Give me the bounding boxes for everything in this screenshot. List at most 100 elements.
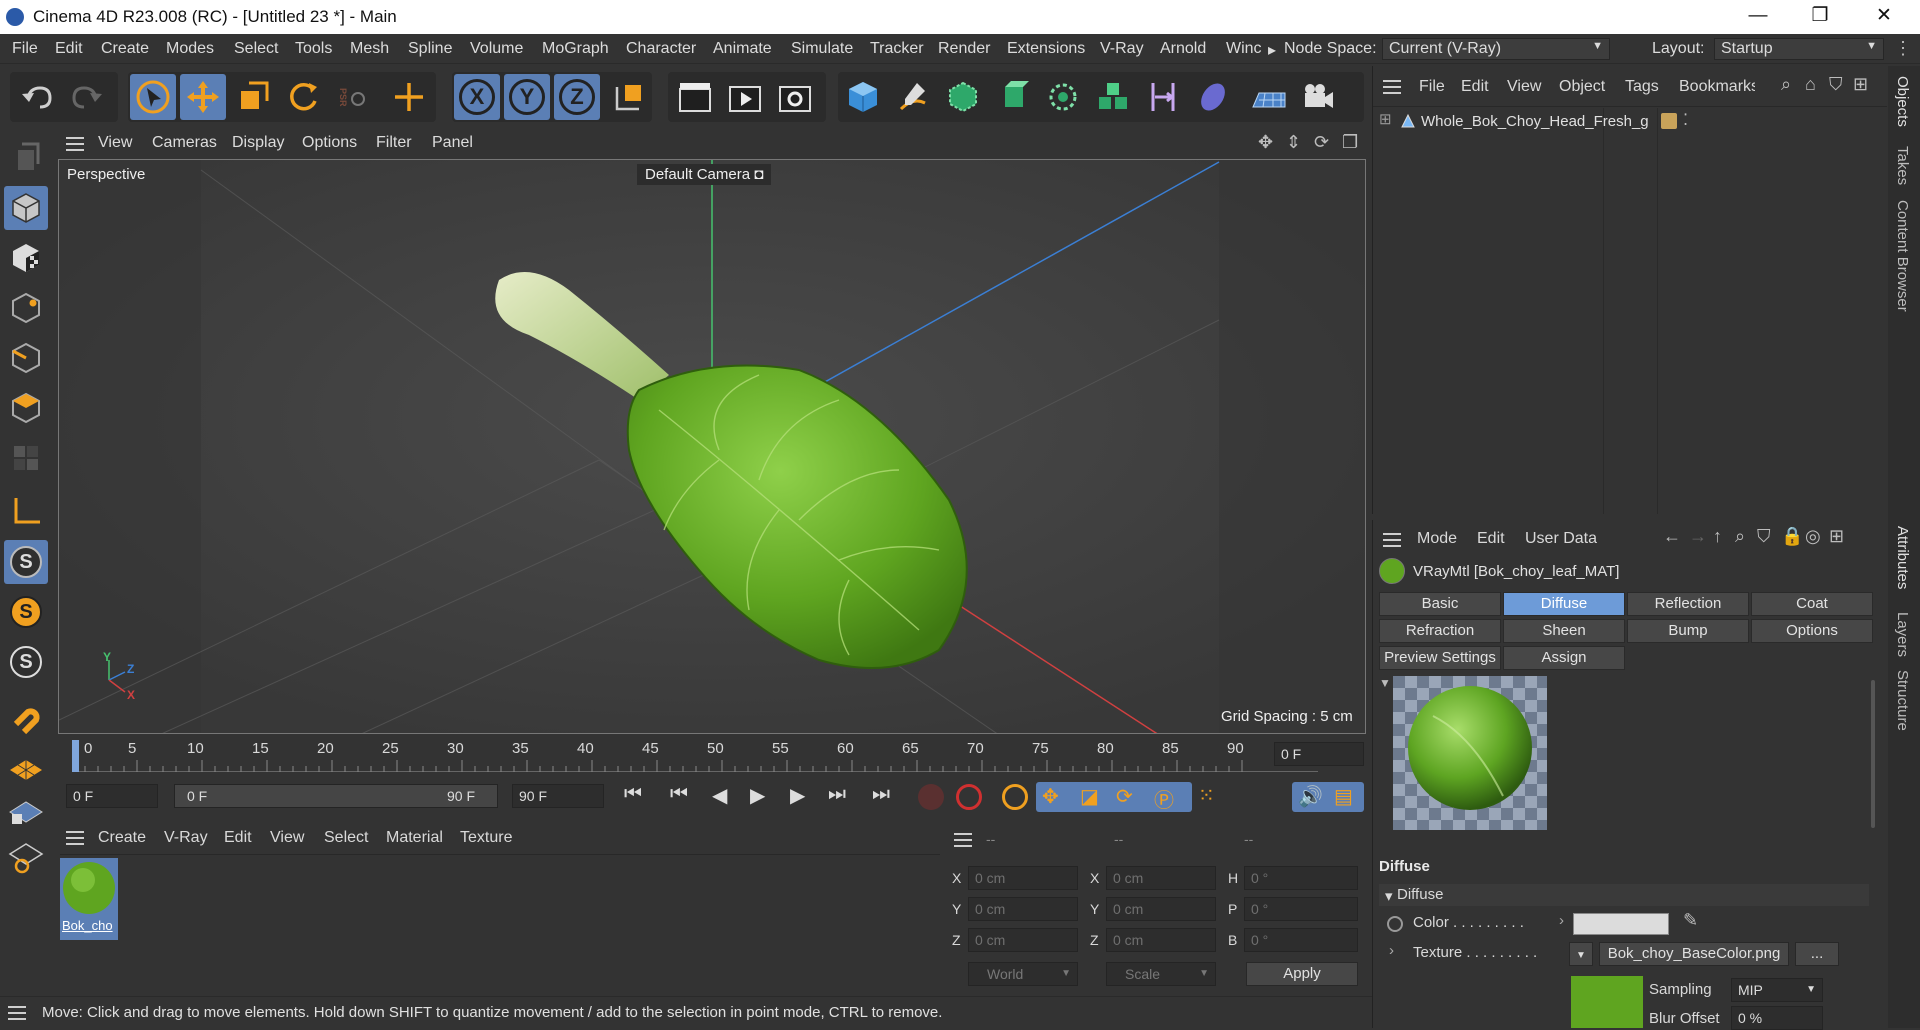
rotation-h-field[interactable]: 0 ° [1244, 866, 1358, 890]
key-rotation-icon[interactable]: ⟳ [1116, 784, 1133, 809]
tab-reflection[interactable]: Reflection [1627, 592, 1749, 616]
material-hamburger-icon[interactable] [66, 831, 84, 845]
menu-modes[interactable]: Modes [166, 40, 214, 58]
viewport-hamburger-icon[interactable] [66, 137, 84, 151]
texture-more-button[interactable]: ... [1795, 942, 1839, 966]
back-arrow-icon[interactable]: ← [1663, 526, 1681, 547]
color-animate-icon[interactable] [1387, 916, 1403, 932]
menu-select[interactable]: Select [234, 40, 278, 58]
key-pla-icon[interactable]: ⁙ [1198, 783, 1215, 808]
filter-icon[interactable]: ⛉ [1757, 526, 1771, 547]
viewport-zoom-icon[interactable]: ⇕ [1286, 132, 1301, 153]
end-frame-field[interactable]: 90 F [512, 784, 604, 808]
deformer-icon[interactable] [1140, 74, 1186, 120]
key-position-icon[interactable]: ✥ [1042, 784, 1059, 809]
viewport-menu-panel[interactable]: Panel [432, 134, 473, 152]
cube-object-icon[interactable] [840, 74, 886, 120]
redo-button[interactable] [64, 74, 110, 120]
pen-spline-icon[interactable] [890, 74, 936, 120]
attributes-scrollbar[interactable] [1871, 680, 1875, 828]
menu-animate[interactable]: Animate [713, 40, 772, 58]
locked-workplane-icon[interactable] [4, 788, 48, 832]
transform-tool-button[interactable] [386, 74, 432, 120]
menu-tracker[interactable]: Tracker [870, 40, 924, 58]
color-swatch[interactable] [1573, 913, 1669, 935]
menu-tools[interactable]: Tools [295, 40, 332, 58]
z-axis-lock-button[interactable]: Z [554, 74, 600, 120]
position-y-field[interactable]: 0 cm [968, 897, 1078, 921]
size-z-field[interactable]: 0 cm [1106, 928, 1216, 952]
model-mode-button[interactable] [4, 186, 48, 230]
size-mode-dropdown[interactable]: Scale ▼ [1106, 962, 1216, 986]
viewport-menu-display[interactable]: Display [232, 134, 284, 152]
attributes-menu-mode[interactable]: Mode [1417, 530, 1457, 548]
blur-offset-field[interactable]: 0 % [1731, 1006, 1823, 1030]
keyframe-settings-icon[interactable] [1002, 784, 1028, 810]
current-frame-field[interactable]: 0 F [1274, 742, 1364, 766]
visibility-dots-icon[interactable]: ⁚ [1683, 110, 1688, 130]
undo-button[interactable] [14, 74, 60, 120]
menu-edit[interactable]: Edit [55, 40, 83, 58]
previous-key-icon[interactable]: ⏮ [670, 783, 688, 806]
viewport-rotate-icon[interactable]: ⟳ [1314, 132, 1329, 153]
workplane-icon[interactable] [4, 746, 48, 790]
object-menu-view[interactable]: View [1507, 78, 1541, 96]
diffuse-group-header[interactable]: ▾ Diffuse [1379, 884, 1869, 906]
y-axis-lock-button[interactable]: Y [504, 74, 550, 120]
restore-button[interactable]: ❐ [1792, 2, 1848, 32]
tab-coat[interactable]: Coat [1751, 592, 1873, 616]
menu-window[interactable]: Winc [1226, 40, 1262, 58]
attributes-menu-user-data[interactable]: User Data [1525, 530, 1597, 548]
chevron-right-icon[interactable]: › [1559, 912, 1564, 929]
material-menu-select[interactable]: Select [324, 829, 368, 847]
new-window-icon[interactable]: ⊞ [1829, 526, 1844, 547]
tab-layers[interactable]: Layers [1894, 612, 1911, 657]
material-menu-material[interactable]: Material [386, 829, 443, 847]
next-frame-icon[interactable]: ▶ [790, 783, 805, 808]
key-parameter-icon[interactable]: Ⓟ [1154, 784, 1174, 813]
tab-structure[interactable]: Structure [1894, 670, 1911, 731]
tab-attributes[interactable]: Attributes [1894, 526, 1911, 589]
object-menu-bookmarks[interactable]: Bookmarks [1679, 78, 1755, 96]
texture-file-button[interactable]: Bok_choy_BaseColor.png [1599, 942, 1789, 966]
solo-hierarchy-button[interactable]: S [4, 640, 48, 684]
new-window-icon[interactable]: ⊞ [1853, 74, 1868, 95]
size-x-field[interactable]: 0 cm [1106, 866, 1216, 890]
viewport-menu-view[interactable]: View [98, 134, 132, 152]
chevron-right-icon[interactable]: › [1389, 942, 1394, 959]
render-settings-button[interactable] [772, 74, 818, 120]
texture-menu-button[interactable]: ▼ [1569, 942, 1593, 966]
object-menu-edit[interactable]: Edit [1461, 78, 1489, 96]
tab-content-browser[interactable]: Content Browser [1894, 200, 1911, 312]
psr-tool-button[interactable]: PSR [330, 74, 376, 120]
viewport-menu-cameras[interactable]: Cameras [152, 134, 217, 152]
material-menu-view[interactable]: View [270, 829, 304, 847]
rotation-p-field[interactable]: 0 ° [1244, 897, 1358, 921]
menu-create[interactable]: Create [101, 40, 149, 58]
object-row[interactable]: ⊞ Whole_Bok_Choy_Head_Fresh_g ⁚ [1377, 110, 1877, 134]
solo-off-button[interactable]: S [4, 540, 48, 584]
tab-refraction[interactable]: Refraction [1379, 619, 1501, 643]
rotate-tool-button[interactable] [280, 74, 326, 120]
status-hamburger-icon[interactable] [8, 1006, 26, 1020]
object-menu-file[interactable]: File [1419, 78, 1445, 96]
material-tag-icon[interactable] [1661, 113, 1677, 129]
move-tool-button[interactable] [180, 74, 226, 120]
render-picture-viewer-button[interactable] [722, 74, 768, 120]
texture-mode-button[interactable] [4, 236, 48, 280]
menu-spline[interactable]: Spline [408, 40, 452, 58]
next-key-icon[interactable]: ⏭ [828, 783, 846, 806]
start-frame-field[interactable]: 0 F [66, 784, 158, 808]
material-menu-texture[interactable]: Texture [460, 829, 512, 847]
tab-objects[interactable]: Objects [1894, 76, 1911, 127]
object-hamburger-icon[interactable] [1383, 80, 1401, 94]
target-icon[interactable]: ◎ [1805, 526, 1821, 547]
viewport-menu-filter[interactable]: Filter [376, 134, 412, 152]
edge-mode-button[interactable] [4, 336, 48, 380]
sampling-dropdown[interactable]: MIP ▼ [1731, 978, 1823, 1002]
cloner-icon[interactable] [1040, 74, 1086, 120]
previous-frame-icon[interactable]: ◀ [712, 783, 727, 808]
search-icon[interactable]: ⌕ [1781, 74, 1791, 95]
snap-magnet-icon[interactable] [4, 696, 48, 740]
object-menu-tags[interactable]: Tags [1625, 78, 1659, 96]
